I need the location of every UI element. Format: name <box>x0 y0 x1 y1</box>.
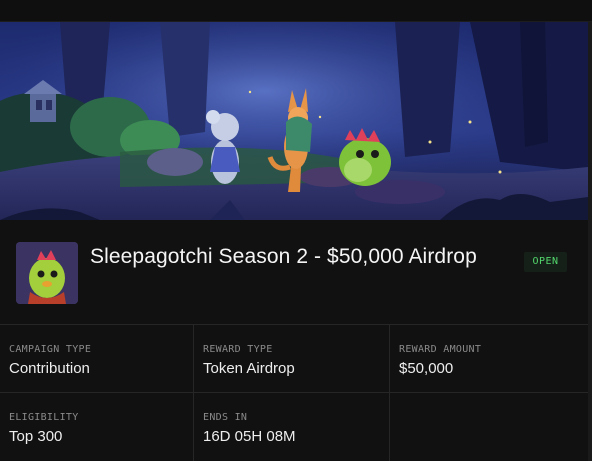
detail-label: CAMPAIGN TYPE <box>9 344 92 355</box>
detail-empty <box>390 393 588 461</box>
detail-label: ENDS IN <box>203 412 248 423</box>
status-badge: OPEN <box>524 252 567 272</box>
top-strip <box>0 0 592 22</box>
campaign-card: Sleepagotchi Season 2 - $50,000 Airdrop … <box>0 0 592 461</box>
detail-reward-type: REWARD TYPE Token Airdrop <box>194 325 390 393</box>
right-edge <box>588 22 592 461</box>
detail-value: Contribution <box>9 360 90 377</box>
campaign-title: Sleepagotchi Season 2 - $50,000 Airdrop <box>90 245 477 268</box>
detail-campaign-type: CAMPAIGN TYPE Contribution <box>0 325 194 393</box>
detail-ends-in: ENDS IN 16D 05H 08M <box>194 393 390 461</box>
campaign-banner-image <box>0 22 588 220</box>
detail-label: REWARD TYPE <box>203 344 273 355</box>
detail-eligibility: ELIGIBILITY Top 300 <box>0 393 194 461</box>
detail-value: Token Airdrop <box>203 360 295 377</box>
detail-reward-amount: REWARD AMOUNT $50,000 <box>390 325 588 393</box>
detail-value: 16D 05H 08M <box>203 428 296 445</box>
campaign-header: Sleepagotchi Season 2 - $50,000 Airdrop … <box>0 220 588 324</box>
detail-label: ELIGIBILITY <box>9 412 79 423</box>
green-creature-avatar-icon <box>16 242 78 304</box>
campaign-details-grid: CAMPAIGN TYPE Contribution REWARD TYPE T… <box>0 324 588 461</box>
detail-label: REWARD AMOUNT <box>399 344 482 355</box>
detail-value: $50,000 <box>399 360 454 377</box>
detail-value: Top 300 <box>9 428 63 445</box>
